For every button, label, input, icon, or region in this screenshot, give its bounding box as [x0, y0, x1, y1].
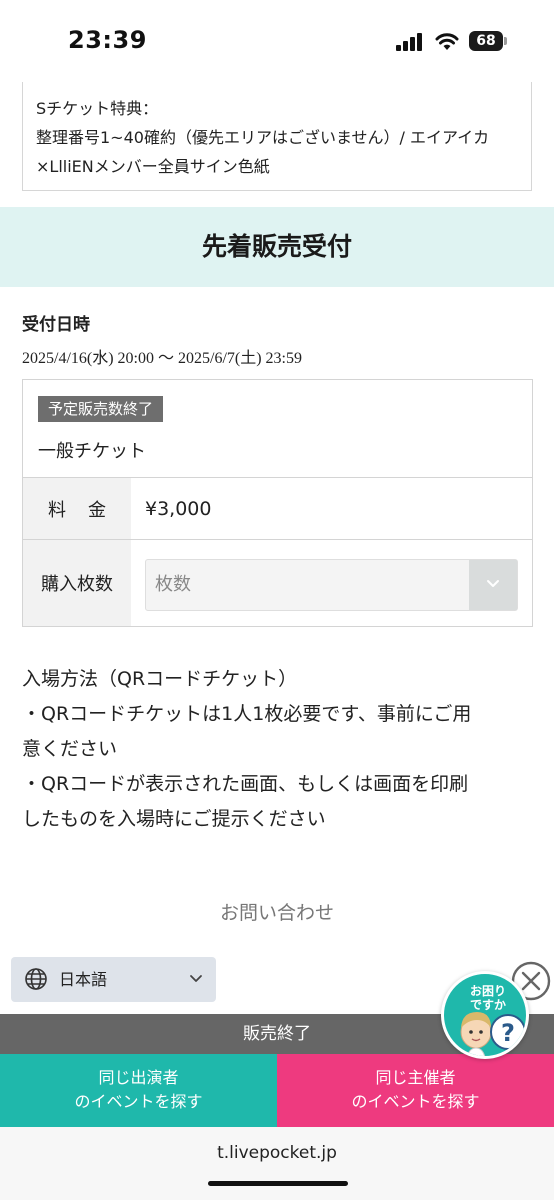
- benefit-line: 整理番号1~40確約（優先エリアはございません）/ エイアイカ: [36, 128, 490, 147]
- language-select[interactable]: 日本語: [11, 957, 216, 1002]
- entry-info-line: ・QRコードチケットは1人1枚必要です、事前にご用: [22, 703, 472, 725]
- wifi-icon: [435, 33, 459, 50]
- quantity-placeholder: 枚数: [155, 574, 191, 595]
- help-widget-button[interactable]: お困り ですか ?: [441, 971, 529, 1059]
- reception-label: 受付日時: [22, 315, 90, 335]
- ticket-name: 一般チケット: [38, 441, 146, 462]
- battery-icon: 68: [469, 31, 507, 51]
- event-search-buttons: 同じ出演者 のイベントを探す 同じ主催者 のイベントを探す: [0, 1054, 554, 1127]
- home-indicator[interactable]: [208, 1181, 348, 1186]
- same-organizer-button[interactable]: 同じ主催者 のイベントを探す: [277, 1054, 554, 1127]
- browser-url-bar[interactable]: t.livepocket.jp: [0, 1127, 554, 1200]
- signal-icon: [396, 33, 422, 51]
- benefit-line: Sチケット特典：: [36, 99, 159, 118]
- contact-link[interactable]: お問い合わせ: [0, 898, 554, 925]
- same-performer-button[interactable]: 同じ出演者 のイベントを探す: [0, 1054, 277, 1127]
- entry-info-line: 入場方法（QRコードチケット）: [22, 668, 298, 690]
- status-time: 23:39: [68, 26, 147, 54]
- language-label: 日本語: [59, 970, 108, 989]
- same-performer-line1: 同じ出演者: [98, 1068, 179, 1087]
- globe-icon: [25, 968, 47, 990]
- price-label: 料金: [23, 478, 131, 539]
- battery-level: 68: [469, 31, 503, 51]
- url-text: t.livepocket.jp: [217, 1143, 337, 1163]
- ticket-benefit-box: Sチケット特典： 整理番号1~40確約（優先エリアはございません）/ エイアイカ…: [22, 82, 532, 191]
- entry-method-info: 入場方法（QRコードチケット） ・QRコードチケットは1人1枚必要です、事前にご…: [22, 662, 532, 837]
- status-badge: 予定販売数終了: [38, 396, 164, 422]
- price-value: ¥3,000: [145, 497, 212, 520]
- help-character-icon: ?: [460, 1012, 526, 1056]
- entry-info-line: ・QRコードが表示された画面、もしくは画面を印刷: [22, 773, 469, 795]
- benefit-line: ×LlliENメンバー全員サイン色紙: [36, 157, 270, 176]
- entry-info-line: 意ください: [22, 738, 118, 760]
- same-organizer-line1: 同じ主催者: [375, 1068, 456, 1087]
- same-organizer-line2: のイベントを探す: [351, 1092, 480, 1111]
- ticket-header: 予定販売数終了 一般チケット: [23, 380, 532, 478]
- svg-text:?: ?: [501, 1019, 515, 1047]
- quantity-row: 購入枚数 枚数: [23, 540, 532, 626]
- price-row: 料金 ¥3,000: [23, 478, 532, 540]
- chevron-down-icon: [487, 580, 499, 587]
- same-performer-line2: のイベントを探す: [74, 1092, 203, 1111]
- section-title: 先着販売受付: [0, 207, 554, 287]
- quantity-label: 購入枚数: [23, 540, 131, 626]
- ticket-card: 予定販売数終了 一般チケット 料金 ¥3,000 購入枚数 枚数: [22, 379, 533, 627]
- status-bar: 23:39 68: [0, 0, 554, 82]
- entry-info-line: したものを入場時にご提示ください: [22, 808, 326, 830]
- reception-period: 2025/4/16(水) 20:00 〜 2025/6/7(土) 23:59: [22, 350, 302, 367]
- chevron-down-icon: [190, 975, 202, 982]
- quantity-select[interactable]: 枚数: [145, 559, 518, 611]
- quantity-dropdown-button[interactable]: [469, 560, 517, 610]
